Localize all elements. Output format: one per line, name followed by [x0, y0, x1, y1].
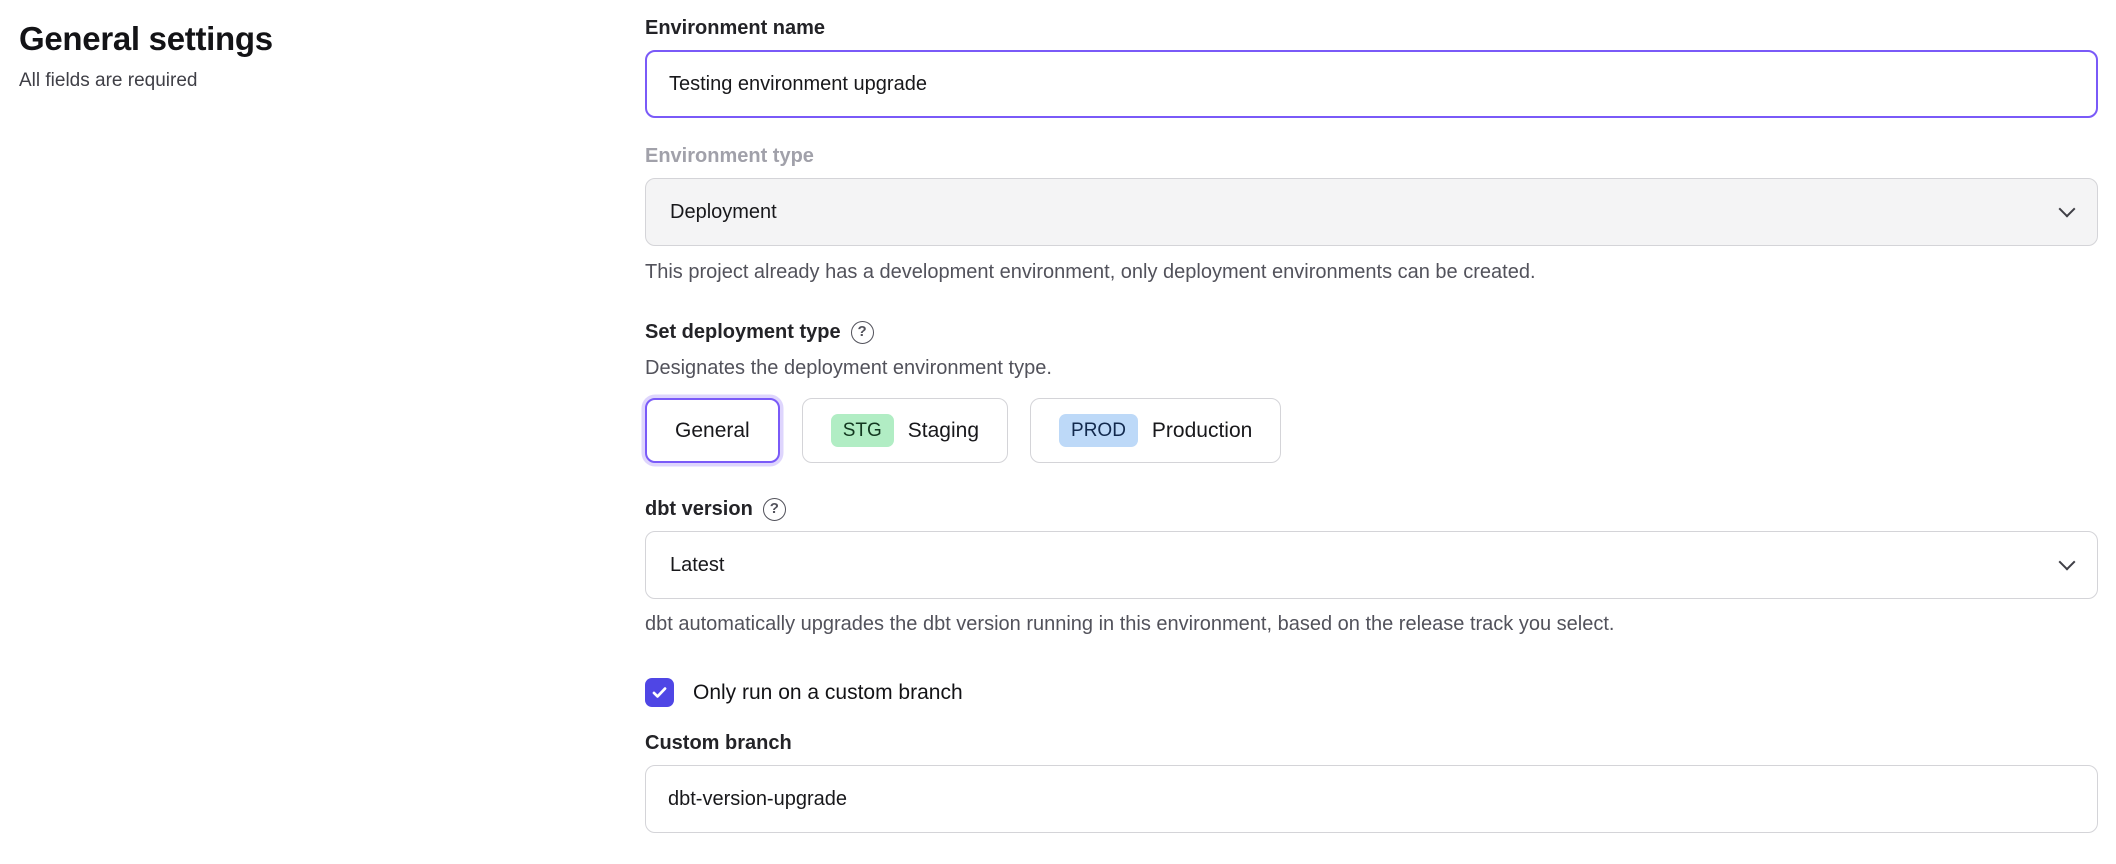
environment-settings-page: General settings All fields are required…	[0, 0, 2116, 864]
check-icon	[650, 683, 669, 702]
custom-branch-label: Custom branch	[645, 731, 2098, 755]
chevron-down-icon	[2059, 200, 2076, 217]
staging-button-label: Staging	[908, 419, 979, 443]
environment-type-label: Environment type	[645, 144, 2098, 168]
environment-name-input[interactable]	[645, 50, 2098, 118]
environment-type-helper: This project already has a development e…	[645, 260, 2098, 284]
environment-name-label: Environment name	[645, 16, 2098, 40]
dbt-version-value: Latest	[670, 554, 724, 577]
custom-branch-checkbox[interactable]	[645, 678, 674, 707]
custom-branch-toggle-row: Only run on a custom branch	[645, 678, 2098, 707]
environment-type-select[interactable]: Deployment	[645, 178, 2098, 246]
stg-badge: STG	[831, 414, 894, 447]
production-button-label: Production	[1152, 419, 1252, 443]
dbt-version-helper: dbt automatically upgrades the dbt versi…	[645, 612, 2098, 636]
chevron-down-icon	[2059, 553, 2076, 570]
help-icon[interactable]: ?	[763, 498, 786, 521]
deployment-type-label-text: Set deployment type	[645, 320, 841, 344]
page-title: General settings	[19, 20, 645, 58]
deployment-type-production-button[interactable]: PROD Production	[1030, 398, 1281, 463]
prod-badge: PROD	[1059, 414, 1138, 447]
deployment-type-general-button[interactable]: General	[645, 398, 780, 463]
settings-header: General settings All fields are required	[0, 0, 645, 864]
custom-branch-input[interactable]	[645, 765, 2098, 833]
deployment-type-label: Set deployment type ?	[645, 320, 2098, 344]
dbt-version-select[interactable]: Latest	[645, 531, 2098, 599]
page-subtitle: All fields are required	[19, 70, 645, 92]
deployment-type-helper: Designates the deployment environment ty…	[645, 356, 2098, 380]
general-button-label: General	[675, 419, 750, 443]
custom-branch-toggle-label: Only run on a custom branch	[693, 681, 963, 705]
deployment-type-options: General STG Staging PROD Production	[645, 398, 2098, 463]
help-icon[interactable]: ?	[851, 321, 874, 344]
dbt-version-label-text: dbt version	[645, 497, 753, 521]
dbt-version-label: dbt version ?	[645, 497, 2098, 521]
deployment-type-staging-button[interactable]: STG Staging	[802, 398, 1008, 463]
environment-type-value: Deployment	[670, 201, 777, 224]
environment-settings-form: Environment name Environment type Deploy…	[645, 0, 2098, 864]
